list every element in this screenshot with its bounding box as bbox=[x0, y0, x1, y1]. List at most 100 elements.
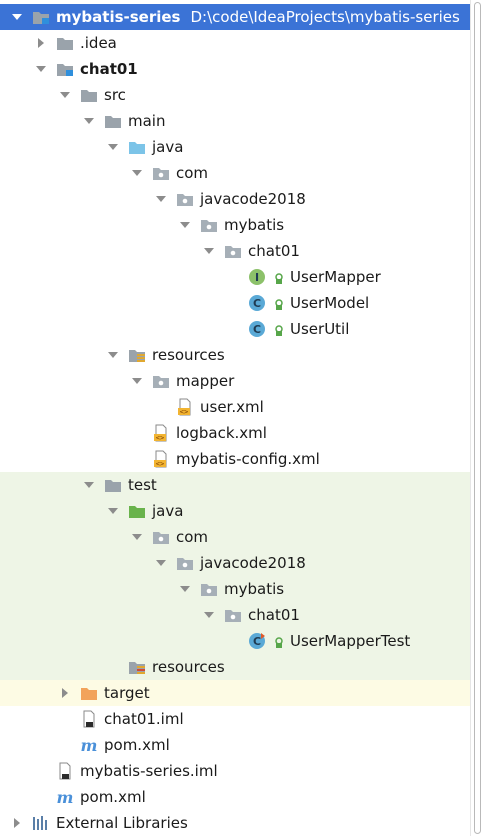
tree-item-label: target bbox=[104, 684, 150, 702]
iml-file-icon bbox=[80, 710, 98, 728]
tree-row-usermodel-file[interactable]: C UserModel bbox=[0, 290, 470, 316]
tree-row-external-libraries[interactable]: External Libraries bbox=[0, 810, 470, 836]
tree-row-mybatis-package[interactable]: mybatis bbox=[0, 212, 470, 238]
chevron-down-icon[interactable] bbox=[82, 114, 96, 128]
chevron-down-icon[interactable] bbox=[178, 582, 192, 596]
tree-item-label: src bbox=[104, 86, 126, 104]
tree-row-resources-folder[interactable]: resources bbox=[0, 342, 470, 368]
tree-row-usermappertest-file[interactable]: C UserMapperTest bbox=[0, 628, 470, 654]
package-icon bbox=[152, 373, 170, 389]
tree-row-test-com-package[interactable]: com bbox=[0, 524, 470, 550]
tree-item-label: main bbox=[128, 112, 166, 130]
tree-row-target-folder[interactable]: target bbox=[0, 680, 470, 706]
test-class-icon: C bbox=[248, 633, 266, 649]
folder-icon bbox=[80, 87, 98, 103]
tree-row-chat01-iml-file[interactable]: chat01.iml bbox=[0, 706, 470, 732]
chevron-down-icon[interactable] bbox=[34, 62, 48, 76]
chevron-down-icon[interactable] bbox=[82, 478, 96, 492]
folder-icon bbox=[104, 477, 122, 493]
tree-row-chat01-pom-file[interactable]: m pom.xml bbox=[0, 732, 470, 758]
package-icon bbox=[176, 191, 194, 207]
xml-file-icon: <> bbox=[176, 398, 194, 416]
chevron-down-icon[interactable] bbox=[106, 348, 120, 362]
tree-row-src-folder[interactable]: src bbox=[0, 82, 470, 108]
chevron-down-icon[interactable] bbox=[202, 244, 216, 258]
tree-item-label: javacode2018 bbox=[200, 554, 306, 572]
chevron-right-icon[interactable] bbox=[58, 686, 72, 700]
package-icon bbox=[224, 607, 242, 623]
tree-row-test-folder[interactable]: test bbox=[0, 472, 470, 498]
tree-row-java-source-folder[interactable]: java bbox=[0, 134, 470, 160]
tree-row-chat01-module[interactable]: chat01 bbox=[0, 56, 470, 82]
xml-file-icon: <> bbox=[152, 424, 170, 442]
chevron-right-icon[interactable] bbox=[10, 816, 24, 830]
chevron-down-icon[interactable] bbox=[58, 88, 72, 102]
chevron-down-icon[interactable] bbox=[106, 504, 120, 518]
folder-icon bbox=[104, 113, 122, 129]
tree-item-label: resources bbox=[152, 658, 225, 676]
tree-row-test-chat01-package[interactable]: chat01 bbox=[0, 602, 470, 628]
class-icon: C bbox=[248, 321, 266, 337]
access-lock-icon bbox=[274, 323, 284, 336]
tree-item-label: com bbox=[176, 528, 209, 546]
tree-row-mapper-folder[interactable]: mapper bbox=[0, 368, 470, 394]
tree-item-label: java bbox=[152, 138, 184, 156]
libraries-icon bbox=[32, 815, 50, 831]
tree-row-javacode2018-package[interactable]: javacode2018 bbox=[0, 186, 470, 212]
chevron-down-icon[interactable] bbox=[130, 530, 144, 544]
maven-icon: m bbox=[80, 736, 98, 754]
project-tree: mybatis-series D:\code\IdeaProjects\mybat… bbox=[0, 0, 470, 836]
package-icon bbox=[200, 581, 218, 597]
package-icon bbox=[224, 243, 242, 259]
folder-icon bbox=[56, 35, 74, 51]
tree-row-com-package[interactable]: com bbox=[0, 160, 470, 186]
chevron-down-icon[interactable] bbox=[130, 166, 144, 180]
excluded-folder-icon bbox=[80, 685, 98, 701]
tree-item-label: chat01 bbox=[80, 60, 138, 78]
chevron-down-icon[interactable] bbox=[106, 140, 120, 154]
tree-item-label: UserModel bbox=[290, 294, 370, 312]
tree-item-label: mybatis-series bbox=[56, 8, 181, 26]
tree-row-test-mybatis-package[interactable]: mybatis bbox=[0, 576, 470, 602]
tree-row-mybatis-config-xml-file[interactable]: <> mybatis-config.xml bbox=[0, 446, 470, 472]
tree-row-mybatis-series-root[interactable]: mybatis-series D:\code\IdeaProjects\mybat… bbox=[0, 4, 470, 30]
tree-row-test-java-folder[interactable]: java bbox=[0, 498, 470, 524]
interface-icon: I bbox=[248, 269, 266, 285]
chevron-right-icon[interactable] bbox=[34, 36, 48, 50]
package-icon bbox=[200, 217, 218, 233]
iml-file-icon bbox=[56, 762, 74, 780]
chevron-down-icon[interactable] bbox=[178, 218, 192, 232]
tree-row-main-folder[interactable]: main bbox=[0, 108, 470, 134]
tree-row-usermapper-file[interactable]: I UserMapper bbox=[0, 264, 470, 290]
tree-item-label: pom.xml bbox=[104, 736, 170, 754]
tree-row-test-javacode2018-package[interactable]: javacode2018 bbox=[0, 550, 470, 576]
tree-row-chat01-package[interactable]: chat01 bbox=[0, 238, 470, 264]
scrollbar-thumb[interactable] bbox=[474, 2, 481, 834]
chevron-down-icon[interactable] bbox=[154, 192, 168, 206]
tree-row-userutil-file[interactable]: C UserUtil bbox=[0, 316, 470, 342]
tree-item-label: mybatis bbox=[224, 216, 285, 234]
svg-text:C: C bbox=[253, 323, 261, 336]
test-source-folder-icon bbox=[128, 503, 146, 519]
project-path: D:\code\IdeaProjects\mybatis-series bbox=[190, 8, 460, 26]
chevron-down-icon[interactable] bbox=[154, 556, 168, 570]
class-icon: C bbox=[248, 295, 266, 311]
tree-item-label: External Libraries bbox=[56, 814, 188, 832]
tree-row-mybatis-series-iml-file[interactable]: mybatis-series.iml bbox=[0, 758, 470, 784]
tree-row-root-pom-file[interactable]: m pom.xml bbox=[0, 784, 470, 810]
tree-item-label: java bbox=[152, 502, 184, 520]
access-lock-icon bbox=[274, 297, 284, 310]
tree-row-idea-folder[interactable]: .idea bbox=[0, 30, 470, 56]
tree-item-label: logback.xml bbox=[176, 424, 267, 442]
tree-row-logback-xml-file[interactable]: <> logback.xml bbox=[0, 420, 470, 446]
package-icon bbox=[176, 555, 194, 571]
tree-row-user-xml-file[interactable]: <> user.xml bbox=[0, 394, 470, 420]
package-icon bbox=[152, 165, 170, 181]
tree-row-test-resources-folder[interactable]: resources bbox=[0, 654, 470, 680]
tree-item-label: test bbox=[128, 476, 157, 494]
chevron-down-icon[interactable] bbox=[202, 608, 216, 622]
module-folder-icon bbox=[32, 9, 50, 25]
chevron-down-icon[interactable] bbox=[10, 10, 24, 24]
vertical-scrollbar[interactable] bbox=[470, 0, 483, 836]
chevron-down-icon[interactable] bbox=[130, 374, 144, 388]
